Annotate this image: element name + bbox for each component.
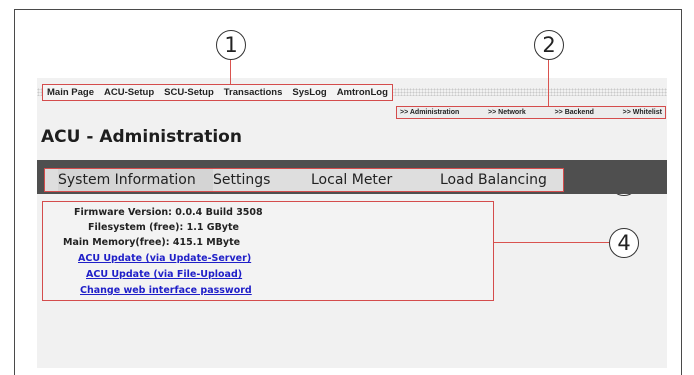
system-info-panel: Firmware Version: 0.0.4 Build 3508 Files…: [42, 201, 494, 301]
callout-2-leader: [548, 60, 550, 107]
nav-main-page[interactable]: Main Page: [47, 87, 94, 98]
nav-transactions[interactable]: Transactions: [224, 87, 283, 98]
nav-acu-setup[interactable]: ACU-Setup: [104, 87, 154, 98]
nav-amtronlog[interactable]: AmtronLog: [337, 87, 388, 98]
tab-settings[interactable]: Settings: [213, 169, 311, 191]
callout-1: 1: [216, 30, 246, 60]
main-nav: Main Page ACU-Setup SCU-Setup Transactio…: [42, 84, 393, 101]
callout-4-leader: [494, 242, 609, 244]
subnav-whitelist[interactable]: >> Whitelist: [623, 109, 662, 116]
subnav-backend[interactable]: >> Backend: [555, 109, 594, 116]
change-password-link[interactable]: Change web interface password: [80, 285, 252, 296]
subnav-network[interactable]: >> Network: [488, 109, 526, 116]
sub-nav: >> Administration >> Network >> Backend …: [396, 106, 666, 119]
tabs-container: System Information Settings Local Meter …: [44, 168, 564, 192]
callout-2: 2: [534, 30, 564, 60]
main-memory-free: Main Memory(free): 415.1 MByte: [63, 237, 241, 248]
subnav-administration[interactable]: >> Administration: [400, 109, 459, 116]
acu-update-file-link[interactable]: ACU Update (via File-Upload): [86, 269, 242, 280]
page-title: ACU - Administration: [41, 127, 242, 147]
callout-4: 4: [609, 228, 639, 258]
nav-scu-setup[interactable]: SCU-Setup: [164, 87, 214, 98]
tab-load-balancing[interactable]: Load Balancing: [440, 169, 547, 191]
tab-local-meter[interactable]: Local Meter: [311, 169, 440, 191]
nav-syslog[interactable]: SysLog: [292, 87, 326, 98]
firmware-version: Firmware Version: 0.0.4 Build 3508: [74, 207, 263, 218]
tab-system-information[interactable]: System Information: [58, 169, 213, 191]
callout-1-leader: [230, 60, 232, 85]
filesystem-free: Filesystem (free): 1.1 GByte: [88, 222, 239, 233]
acu-update-server-link[interactable]: ACU Update (via Update-Server): [78, 253, 251, 264]
